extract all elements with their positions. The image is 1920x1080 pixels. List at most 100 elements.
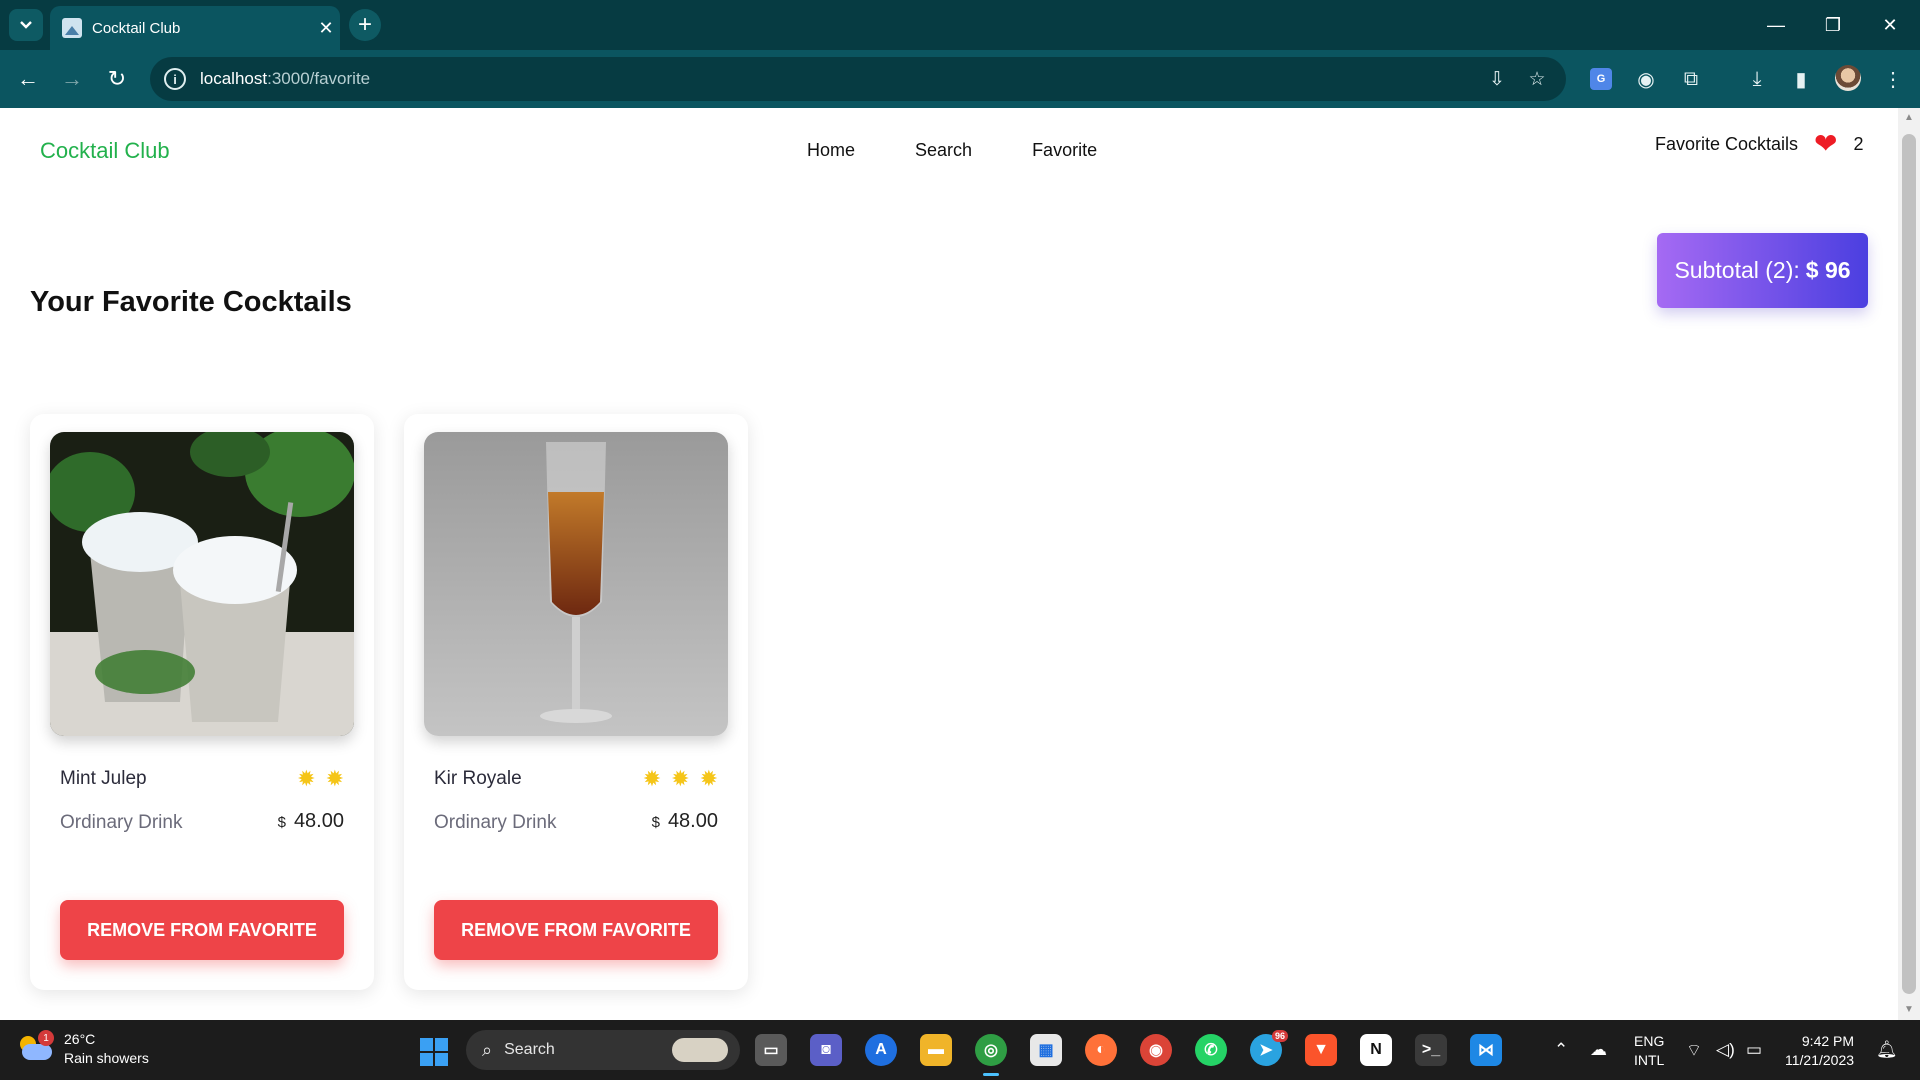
firefox-icon[interactable]: ◐ <box>1085 1034 1117 1066</box>
rating: ✹ ✹ <box>297 768 344 790</box>
nav-home[interactable]: Home <box>807 140 855 161</box>
translate-extension-icon[interactable]: G <box>1590 68 1612 90</box>
search-highlight-image <box>672 1038 728 1062</box>
currency-symbol: $ <box>277 814 286 831</box>
nav-favorite[interactable]: Favorite <box>1032 140 1097 161</box>
main-nav: Home Search Favorite <box>807 140 1097 161</box>
page-title: Your Favorite Cocktails <box>30 286 352 318</box>
battery-icon[interactable]: ▭ <box>1746 1040 1762 1060</box>
search-icon: ⌕ <box>482 1039 493 1060</box>
clock-date: 11/21/2023 <box>1785 1052 1855 1068</box>
scroll-thumb[interactable] <box>1902 134 1916 994</box>
price-value: 48.00 <box>667 810 718 832</box>
rating: ✹ ✹ ✹ <box>643 768 718 790</box>
address-bar[interactable]: i localhost :3000/favorite ⇩ ☆ <box>150 57 1566 101</box>
scroll-up-icon[interactable]: ▲ <box>1903 112 1915 123</box>
remove-from-favorite-button[interactable]: REMOVE FROM FAVORITE <box>434 900 718 960</box>
bookmark-star-icon[interactable]: ☆ <box>1524 66 1550 92</box>
cocktail-card: Kir Royale ✹ ✹ ✹ Ordinary Drink $48.00 R… <box>404 414 748 990</box>
taskbar-search[interactable]: ⌕ Search <box>466 1030 740 1070</box>
whatsapp-icon[interactable]: ✆ <box>1195 1034 1227 1066</box>
cocktail-category: Ordinary Drink <box>434 812 557 833</box>
price-value: 48.00 <box>293 810 344 832</box>
chrome-profile-icon[interactable]: ◉ <box>1140 1034 1172 1066</box>
page-scrollbar[interactable]: ▲ ▼ <box>1898 108 1920 1020</box>
onedrive-offline-icon[interactable]: ☁ <box>1590 1040 1607 1060</box>
teams-icon[interactable]: ◙ <box>810 1034 842 1066</box>
microsoft-store-icon[interactable]: ▦ <box>1030 1034 1062 1066</box>
side-panel-icon[interactable]: ▮ <box>1786 62 1816 96</box>
brave-icon[interactable]: ▼ <box>1305 1034 1337 1066</box>
notion-icon[interactable]: N <box>1360 1034 1392 1066</box>
cocktail-price: $48.00 <box>278 810 344 833</box>
telegram-badge: 96 <box>1271 1030 1288 1042</box>
language-indicator[interactable]: ENG INTL <box>1634 1032 1664 1070</box>
notification-bell-icon[interactable]: 🔔︎ <box>1876 1040 1898 1060</box>
camera-extension-icon[interactable]: ◉ <box>1631 62 1661 96</box>
cocktail-category: Ordinary Drink <box>60 812 183 833</box>
rating-sun-icon: ✹ <box>671 766 690 791</box>
favorites-count: 2 <box>1853 133 1864 154</box>
new-tab-button[interactable]: + <box>349 9 381 41</box>
app-store-icon[interactable]: A <box>865 1034 897 1066</box>
taskbar-search-label: Search <box>504 1041 555 1058</box>
site-info-icon[interactable]: i <box>164 68 186 90</box>
brand-logo[interactable]: Cocktail Club <box>40 138 170 164</box>
minimize-button[interactable]: — <box>1754 10 1798 40</box>
install-app-icon[interactable]: ⇩ <box>1484 66 1510 92</box>
favorites-summary[interactable]: Favorite Cocktails ❤ 2 <box>1655 130 1864 158</box>
favicon-icon <box>62 18 82 38</box>
currency-symbol: $ <box>651 814 660 831</box>
cocktail-card: Mint Julep ✹ ✹ Ordinary Drink $48.00 REM… <box>30 414 374 990</box>
weather-widget[interactable]: 1 26°C Rain showers <box>20 1030 149 1068</box>
browser-tab-active[interactable]: Cocktail Club ✕ <box>50 6 340 50</box>
close-tab-icon[interactable]: ✕ <box>312 18 340 39</box>
lang-top: ENG <box>1634 1033 1665 1049</box>
windows-start-icon[interactable] <box>420 1038 448 1066</box>
task-view-icon[interactable]: ▭ <box>755 1034 787 1066</box>
subtotal-value: $ 96 <box>1805 257 1851 283</box>
forward-button[interactable]: → <box>55 62 89 96</box>
tab-search-button[interactable] <box>9 9 43 41</box>
subtotal-label: Subtotal (2): <box>1674 257 1800 283</box>
weather-rain-icon: 1 <box>20 1030 54 1064</box>
rating-sun-icon: ✹ <box>699 766 718 791</box>
lang-bottom: INTL <box>1634 1052 1665 1068</box>
close-window-button[interactable]: ✕ <box>1868 10 1912 40</box>
file-explorer-icon[interactable]: ▬ <box>920 1034 952 1066</box>
tray-overflow-icon[interactable]: ⌃ <box>1554 1040 1568 1060</box>
back-button[interactable]: ← <box>11 62 45 96</box>
clock-time: 9:42 PM <box>1801 1033 1855 1049</box>
weather-desc: Rain showers <box>64 1050 149 1066</box>
browser-tab-strip: Cocktail Club ✕ + — ❐ ✕ <box>0 0 1920 50</box>
remove-from-favorite-button[interactable]: REMOVE FROM FAVORITE <box>60 900 344 960</box>
tab-title: Cocktail Club <box>92 19 181 37</box>
weather-badge: 1 <box>38 1030 54 1046</box>
rating-sun-icon: ✹ <box>642 766 662 791</box>
terminal-icon[interactable]: >_ <box>1415 1034 1447 1066</box>
subtotal-box: Subtotal (2): $ 96 <box>1657 233 1868 308</box>
chevron-down-icon <box>20 21 32 29</box>
weather-temp: 26°C <box>64 1031 96 1047</box>
restore-button[interactable]: ❐ <box>1811 10 1855 40</box>
nav-search[interactable]: Search <box>915 140 972 161</box>
heart-icon: ❤ <box>1814 128 1838 159</box>
windows-taskbar: 1 26°C Rain showers ⌕ Search ▭ ◙ A ▬ ◎ ▦… <box>0 1020 1920 1080</box>
volume-icon[interactable]: ◁) <box>1716 1040 1735 1060</box>
cocktail-image-mint-julep <box>50 432 354 736</box>
wifi-icon[interactable]: ⌔ <box>1686 1040 1702 1061</box>
extensions-puzzle-icon[interactable]: ⧉ <box>1676 62 1706 96</box>
kebab-menu-icon[interactable]: ⋮ <box>1878 62 1908 96</box>
vscode-icon[interactable]: ⋈ <box>1470 1034 1502 1066</box>
cocktail-name: Mint Julep <box>60 768 147 789</box>
profile-avatar[interactable] <box>1835 65 1861 91</box>
downloads-icon[interactable]: ⤓ <box>1742 62 1772 96</box>
rating-sun-icon: ✹ <box>297 766 316 791</box>
system-clock[interactable]: 9:42 PM 11/21/2023 <box>1785 1032 1854 1070</box>
scroll-down-icon[interactable]: ▼ <box>1903 1004 1915 1015</box>
telegram-icon[interactable]: ➤ 96 <box>1250 1030 1288 1066</box>
url-host: localhost <box>200 69 268 88</box>
chrome-icon[interactable]: ◎ <box>975 1034 1007 1076</box>
reload-button[interactable]: ↻ <box>100 62 134 96</box>
cocktail-name: Kir Royale <box>434 768 522 789</box>
